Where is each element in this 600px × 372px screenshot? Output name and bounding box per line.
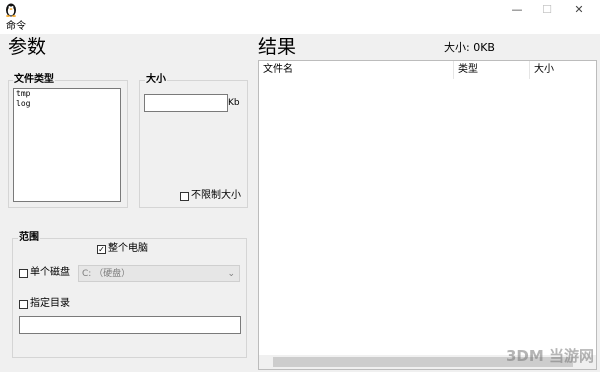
single-disk-checkbox[interactable]: [19, 269, 28, 278]
unlimited-size-checkbox[interactable]: [180, 192, 189, 201]
minimize-button[interactable]: —: [502, 0, 532, 20]
size-input[interactable]: [144, 94, 228, 112]
maximize-button[interactable]: ☐: [532, 0, 562, 20]
specify-dir-checkbox[interactable]: [19, 300, 28, 309]
watermark-logo: 3DM 当游网: [505, 347, 594, 365]
disk-select-value: C: （硬盘）: [82, 269, 131, 279]
scope-label: 范围: [18, 232, 40, 244]
results-title: 结果: [258, 36, 297, 58]
column-header-type[interactable]: 类型: [454, 61, 530, 79]
list-item[interactable]: log: [14, 99, 120, 109]
specify-dir-label: 指定目录: [30, 298, 70, 309]
chevron-down-icon: ⌄: [227, 269, 235, 279]
directory-input[interactable]: [19, 316, 241, 334]
unlimited-size-label: 不限制大小: [191, 190, 241, 201]
column-header-size[interactable]: 大小: [530, 61, 596, 79]
results-list[interactable]: 文件名 类型 大小: [258, 60, 597, 370]
disk-select[interactable]: C: （硬盘） ⌄: [78, 265, 240, 282]
size-unit: Kb: [228, 98, 240, 108]
menu-command[interactable]: 命令: [6, 20, 26, 34]
single-disk-label: 单个磁盘: [30, 267, 70, 278]
file-types-list[interactable]: tmp log: [13, 88, 121, 202]
params-title: 参数: [8, 36, 47, 58]
close-button[interactable]: ✕: [564, 0, 594, 20]
column-header-filename[interactable]: 文件名: [259, 61, 454, 79]
size-label: 大小: [145, 74, 167, 86]
total-size-label: 大小: 0KB: [444, 41, 495, 54]
menu-bar: 命令: [0, 20, 600, 34]
whole-computer-label: 整个电脑: [108, 243, 148, 254]
list-item[interactable]: tmp: [14, 89, 120, 99]
whole-computer-checkbox[interactable]: ✓: [97, 245, 106, 254]
penguin-icon: [6, 3, 16, 17]
title-bar: — ☐ ✕: [0, 0, 600, 20]
file-types-label: 文件类型: [13, 74, 55, 86]
